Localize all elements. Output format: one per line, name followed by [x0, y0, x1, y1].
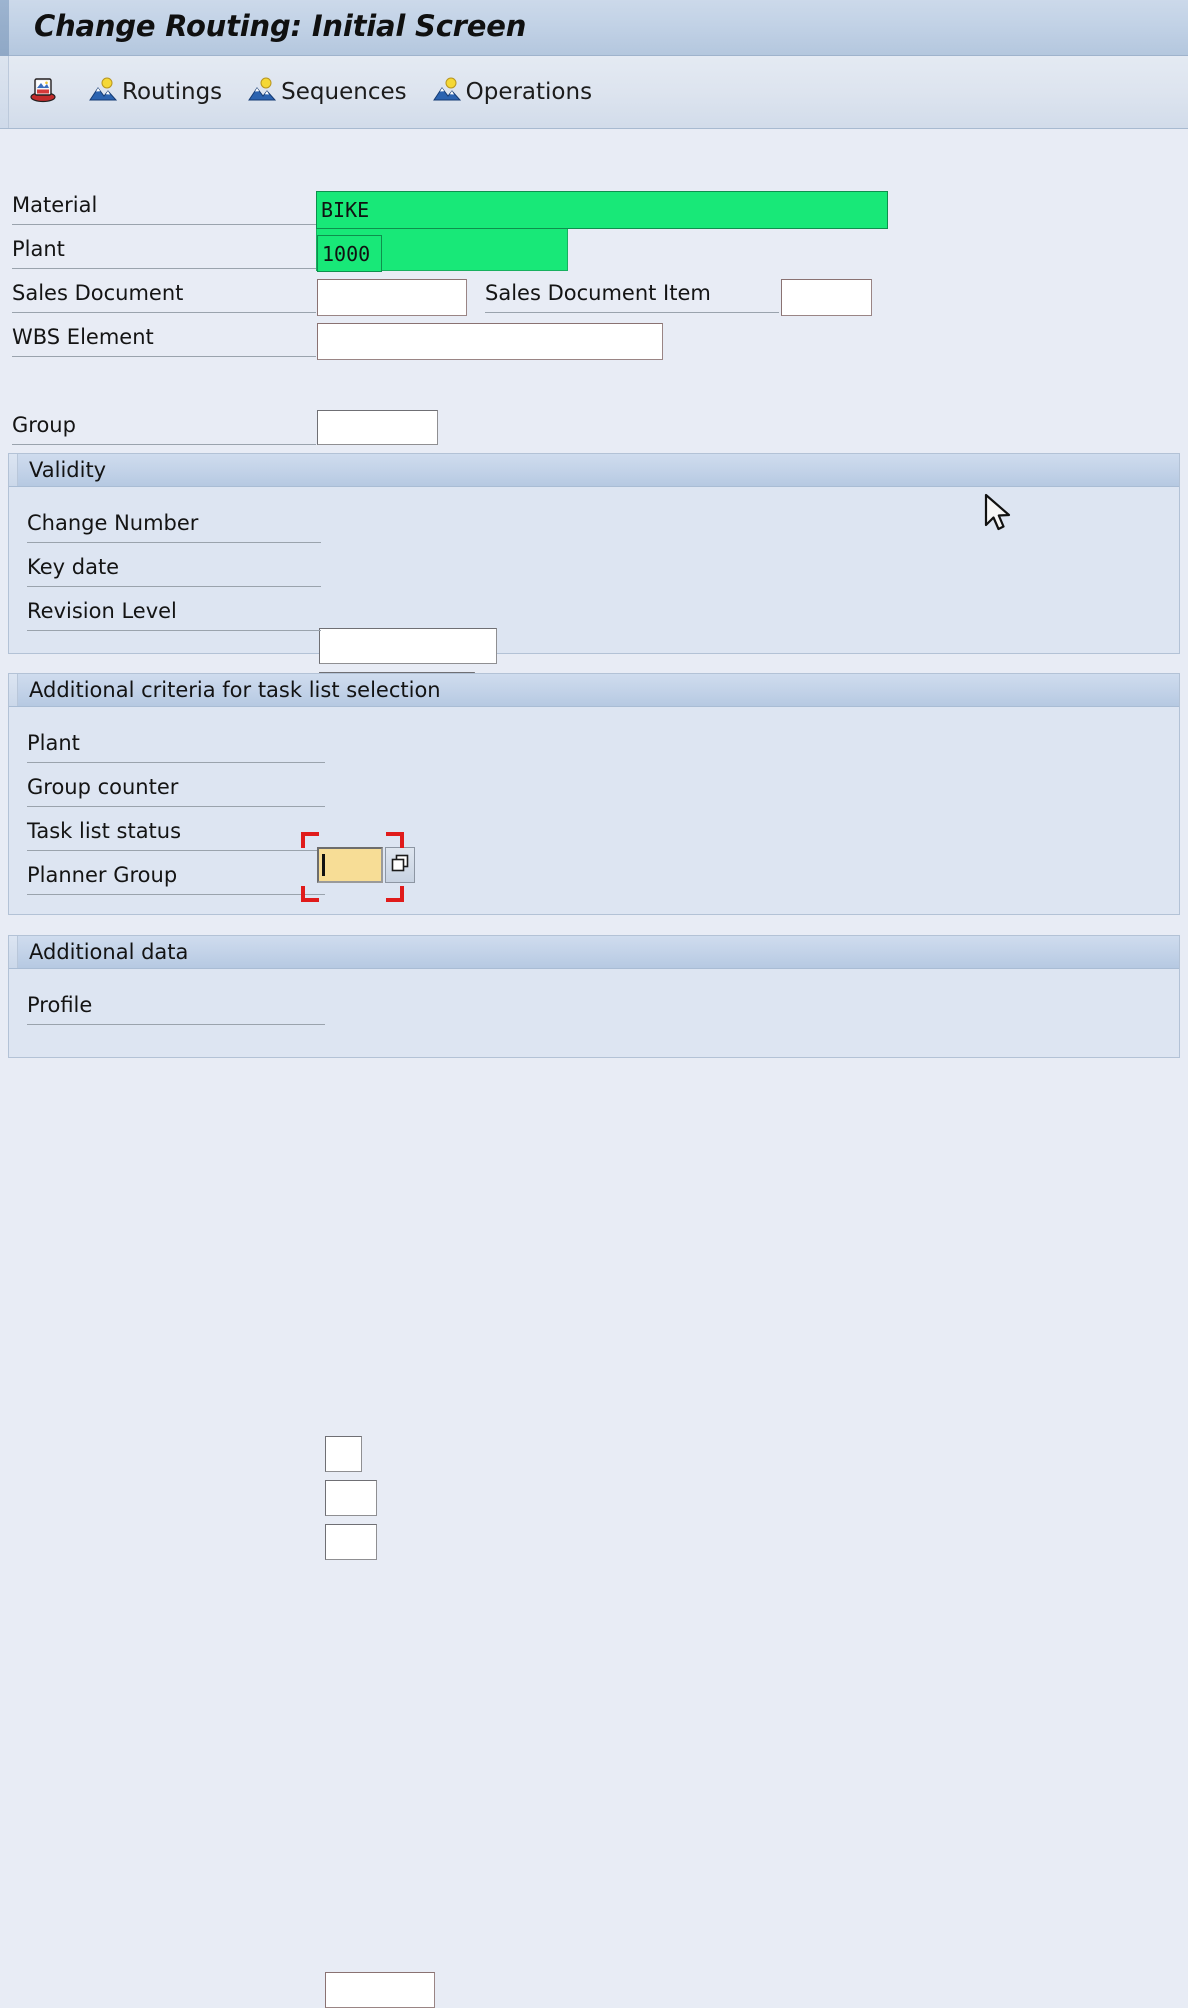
validity-section-title: Validity [29, 458, 106, 482]
additional-data-section-title: Additional data [29, 940, 188, 964]
toolbar-button-operations[interactable]: Operations [427, 72, 598, 113]
picture-icon [248, 76, 276, 109]
sales-document-input[interactable] [317, 279, 467, 316]
label-leader-line [27, 762, 325, 763]
label-leader-line [485, 312, 779, 313]
label-leader-line [27, 806, 325, 807]
application-toolbar: Routings Sequences [0, 56, 1188, 129]
section-accent-strip [9, 454, 18, 486]
field-label-task-list-status: Task list status [27, 817, 181, 845]
toolbar-button-routings[interactable]: Routings [83, 72, 228, 113]
additional-criteria-section-title: Additional criteria for task list select… [29, 678, 441, 702]
page-title: Change Routing: Initial Screen [34, 9, 526, 43]
plant-input[interactable]: 1000 [317, 235, 382, 272]
field-label-revision-level: Revision Level [27, 597, 177, 625]
field-label-profile: Profile [27, 991, 92, 1019]
field-row-plant-header: Plant [12, 235, 572, 269]
picture-icon [89, 76, 117, 109]
toolbar-button-operations-label: Operations [466, 79, 592, 105]
field-label-group-counter: Group counter [27, 773, 178, 801]
additional-criteria-section: Additional criteria for task list select… [8, 673, 1180, 915]
field-label-plant-header: Plant [12, 235, 65, 263]
picture-icon [433, 76, 461, 109]
label-leader-line [12, 268, 316, 269]
field-label-sales-document: Sales Document [12, 279, 183, 307]
window-title-bar: Change Routing: Initial Screen [0, 0, 1188, 56]
field-row-change-number: Change Number [27, 509, 507, 543]
material-input[interactable]: BIKE [316, 191, 888, 229]
label-leader-line [27, 586, 321, 587]
field-row-key-date: Key date [27, 553, 477, 587]
sales-document-item-input[interactable] [781, 279, 872, 316]
label-leader-line [12, 444, 316, 445]
field-label-planner-group: Planner Group [27, 861, 177, 889]
plant-search-help-button[interactable] [385, 847, 415, 883]
planner-group-input[interactable] [325, 1524, 377, 1560]
field-label-wbs-element: WBS Element [12, 323, 154, 351]
label-leader-line [27, 850, 325, 851]
task-list-status-input[interactable] [325, 1480, 377, 1516]
additional-data-section-header: Additional data [9, 936, 1179, 969]
search-help-icon [390, 853, 410, 878]
label-leader-line [12, 356, 316, 357]
field-row-profile: Profile [27, 991, 437, 1025]
plant-criteria-input[interactable] [317, 847, 383, 883]
field-row-revision-level: Revision Level [27, 597, 367, 631]
toolbar-button-display-overview[interactable] [22, 71, 69, 114]
text-cursor [322, 854, 325, 876]
toolbar-accent-strip [0, 56, 9, 128]
label-leader-line [27, 542, 321, 543]
additional-criteria-section-header: Additional criteria for task list select… [9, 674, 1179, 707]
validity-section: Validity Change Number Key date 08/23/20… [8, 453, 1180, 654]
field-row-task-list-status: Task list status [27, 817, 407, 851]
field-row-group-counter: Group counter [27, 773, 387, 807]
field-label-group: Group [12, 411, 76, 439]
section-accent-strip [9, 674, 18, 706]
toolbar-button-sequences-label: Sequences [281, 79, 406, 105]
additional-data-section: Additional data Profile [8, 935, 1180, 1058]
field-label-plant-criteria: Plant [27, 729, 80, 757]
label-leader-line [12, 312, 316, 313]
field-label-sales-document-item: Sales Document Item [485, 279, 711, 307]
form-area: Material BIKE Plant 1000 Sales Document … [0, 129, 1188, 1058]
field-row-plant-criteria: Plant [27, 729, 487, 763]
field-label-material: Material [12, 191, 97, 219]
profile-input[interactable] [325, 1972, 435, 2008]
wbs-element-input[interactable] [317, 323, 663, 360]
label-leader-line [12, 224, 316, 225]
label-leader-line [27, 630, 321, 631]
field-label-key-date: Key date [27, 553, 119, 581]
label-leader-line [27, 894, 325, 895]
label-leader-line [27, 1024, 325, 1025]
change-number-input[interactable] [319, 628, 497, 664]
toolbar-button-routings-label: Routings [122, 79, 222, 105]
toolbar-button-sequences[interactable]: Sequences [242, 72, 412, 113]
field-label-change-number: Change Number [27, 509, 198, 537]
section-accent-strip [9, 936, 18, 968]
title-bar-accent-strip [0, 0, 9, 56]
display-overview-icon [28, 75, 58, 110]
group-input[interactable] [317, 410, 438, 445]
group-counter-input[interactable] [325, 1436, 362, 1472]
validity-section-header: Validity [9, 454, 1179, 487]
